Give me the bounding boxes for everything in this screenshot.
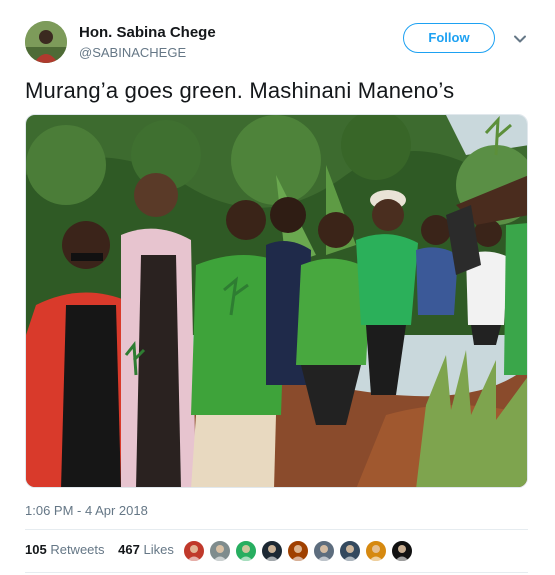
author-name[interactable]: Hon. Sabina Chege	[79, 24, 216, 41]
tweet-photo[interactable]	[25, 114, 528, 488]
tweet-timestamp[interactable]: 1:06 PM - 4 Apr 2018	[25, 503, 148, 518]
avatar-6-liker[interactable]	[313, 540, 335, 562]
author-avatar[interactable]	[25, 21, 67, 63]
retweets-count[interactable]: 105 Retweets	[25, 542, 105, 557]
avatar-7-liker[interactable]	[339, 540, 361, 562]
likes-count[interactable]: 467 Likes	[118, 542, 174, 557]
retweets-number: 105	[25, 542, 47, 557]
avatar-2-liker[interactable]	[209, 540, 231, 562]
likes-label: Likes	[143, 542, 174, 557]
divider	[25, 572, 528, 573]
tweet-text: Murang’a goes green. Mashinani Maneno’s	[25, 78, 455, 103]
likes-number: 467	[118, 542, 140, 557]
avatar-8-liker[interactable]	[365, 540, 387, 562]
follow-button[interactable]: Follow	[403, 23, 495, 53]
avatar-5-liker[interactable]	[287, 540, 309, 562]
tweet-stats: 105 Retweets 467 Likes	[25, 542, 184, 557]
avatar-3-liker[interactable]	[235, 540, 257, 562]
tweet-header: Hon. Sabina Chege @SABINACHEGE Follow	[25, 18, 530, 68]
author-handle[interactable]: @SABINACHEGE	[79, 45, 186, 60]
avatar-1-liker[interactable]	[183, 540, 205, 562]
divider	[25, 529, 528, 530]
avatar-9-liker[interactable]	[391, 540, 413, 562]
retweets-label: Retweets	[50, 542, 105, 557]
avatar-4-liker[interactable]	[261, 540, 283, 562]
chevron-down-icon[interactable]	[513, 32, 527, 46]
